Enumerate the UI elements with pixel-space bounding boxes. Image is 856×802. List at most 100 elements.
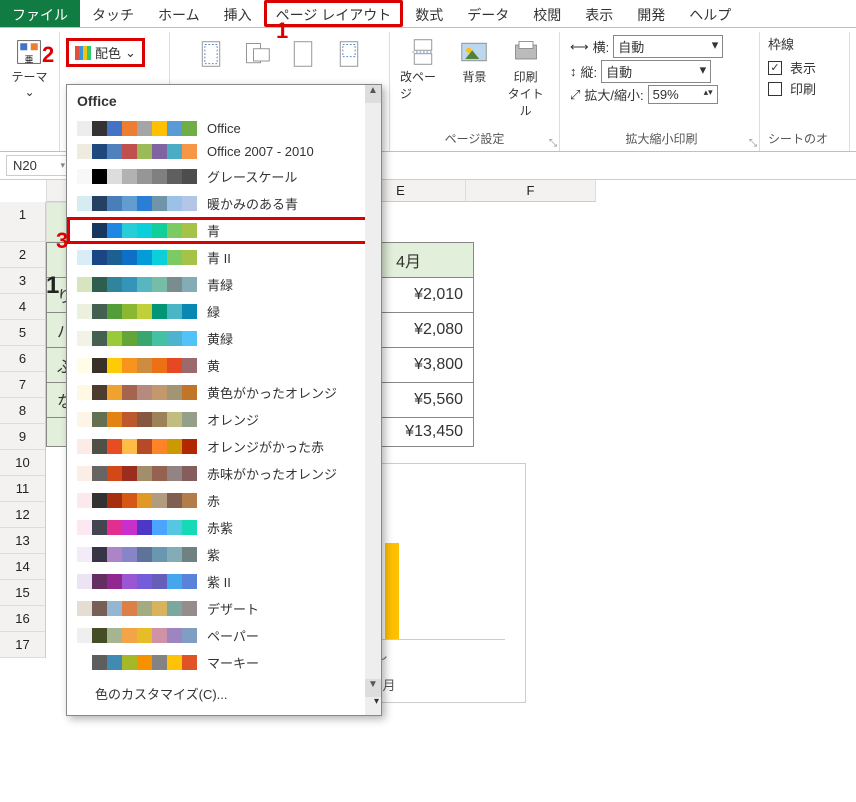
width-combo[interactable]: 自動▾ (613, 35, 723, 58)
scheme-label: 赤 (207, 491, 220, 510)
sheet-opts-label: シートのオ (768, 130, 828, 147)
scheme-ペーパー[interactable]: ペーパー (67, 622, 381, 649)
dialog-launcher-icon[interactable]: ⤡ (549, 138, 557, 149)
callout-3: 3 (56, 228, 68, 254)
scheme-label: Office 2007 - 2010 (207, 144, 314, 159)
scheme-label: 赤紫 (207, 518, 233, 537)
scheme-label: 紫 II (207, 572, 231, 591)
scheme-オレンジ[interactable]: オレンジ (67, 406, 381, 433)
colors-dropdown-button[interactable]: 配色 ⌄ (66, 38, 145, 67)
swatch-strip (77, 169, 197, 184)
scale-icon: ⤢ (570, 87, 580, 103)
color-scheme-dropdown: Office OfficeOffice 2007 - 2010グレースケール暖か… (66, 84, 382, 716)
scheme-青緑[interactable]: 青緑 (67, 271, 381, 298)
scheme-紫[interactable]: 紫 (67, 541, 381, 568)
swatch-strip (77, 250, 197, 265)
height-combo[interactable]: 自動▾ (601, 60, 711, 83)
gridlines-show-check[interactable]: ✓表示 (768, 58, 816, 77)
tab-file[interactable]: ファイル (0, 0, 80, 27)
scheme-オレンジがかった赤[interactable]: オレンジがかった赤 (67, 433, 381, 460)
callout-2: 2 (42, 42, 54, 68)
swatch-strip (77, 196, 197, 211)
scheme-デザート[interactable]: デザート (67, 595, 381, 622)
swatch-strip (77, 547, 197, 562)
swatch-strip (77, 304, 197, 319)
print-area-button[interactable] (329, 36, 369, 72)
swatch-strip (77, 466, 197, 481)
scheme-label: 暖かみのある青 (207, 194, 298, 213)
dropdown-scrollbar[interactable]: ▲ ▼ (365, 85, 381, 715)
background-button[interactable]: 背景 (454, 34, 494, 121)
swatch-strip (77, 655, 197, 670)
scheme-黄色がかったオレンジ[interactable]: 黄色がかったオレンジ (67, 379, 381, 406)
tab-data[interactable]: データ (455, 0, 521, 27)
scheme-緑[interactable]: 緑 (67, 298, 381, 325)
tab-formulas[interactable]: 数式 (403, 0, 455, 27)
scheme-紫 II[interactable]: 紫 II (67, 568, 381, 595)
tab-view[interactable]: 表示 (573, 0, 625, 27)
tab-touch[interactable]: タッチ (80, 0, 146, 27)
swatch-strip (77, 520, 197, 535)
scheme-赤紫[interactable]: 赤紫 (67, 514, 381, 541)
width-icon: ⟷ (570, 39, 589, 55)
tab-insert[interactable]: 挿入 (212, 0, 264, 27)
tab-help[interactable]: ヘルプ (677, 0, 743, 27)
customize-colors[interactable]: 色のカスタマイズ(C)... (67, 676, 381, 711)
print-titles-button[interactable]: 印刷 タイトル (498, 34, 553, 121)
scheme-グレースケール[interactable]: グレースケール (67, 163, 381, 190)
scheme-青[interactable]: 青 (67, 217, 381, 244)
gridlines-label: 枠線 (768, 34, 794, 53)
swatch-strip (77, 277, 197, 292)
swatch-strip (77, 385, 197, 400)
scale-group-label: 拡大縮小印刷 (625, 130, 697, 147)
expand-icon[interactable]: ▾ (374, 696, 379, 707)
dialog-launcher-icon[interactable]: ⤡ (749, 138, 757, 149)
row-headers: 1 234 567 8910 111213 141516 17 (0, 202, 46, 703)
tab-developer[interactable]: 開発 (625, 0, 677, 27)
scheme-label: オレンジがかった赤 (207, 437, 324, 456)
size-button[interactable] (283, 36, 323, 72)
orientation-button[interactable] (237, 36, 277, 72)
chevron-down-icon: ⌄ (24, 85, 34, 99)
scheme-label: 青 (207, 221, 220, 240)
scroll-down-icon[interactable]: ▼ (365, 679, 381, 697)
swatch-strip (77, 493, 197, 508)
svg-text:亜: 亜 (25, 55, 34, 65)
gridlines-print-check[interactable]: 印刷 (768, 79, 816, 98)
margins-button[interactable] (191, 36, 231, 72)
tab-home[interactable]: ホーム (146, 0, 212, 27)
scheme-青 II[interactable]: 青 II (67, 244, 381, 271)
swatch-strip (77, 601, 197, 616)
scheme-label: 黄色がかったオレンジ (207, 383, 337, 402)
scheme-label: マーキー (207, 653, 259, 672)
scheme-赤味がかったオレンジ[interactable]: 赤味がかったオレンジ (67, 460, 381, 487)
margins-icon (195, 38, 227, 70)
background-icon (458, 36, 490, 68)
col-header: F (466, 180, 596, 202)
scheme-黄緑[interactable]: 黄緑 (67, 325, 381, 352)
tab-review[interactable]: 校閲 (521, 0, 573, 27)
scheme-赤[interactable]: 赤 (67, 487, 381, 514)
scheme-label: Office (207, 121, 241, 136)
scheme-label: オレンジ (207, 410, 259, 429)
orientation-icon (241, 38, 273, 70)
page-breaks-button[interactable]: 改ページ (396, 34, 450, 121)
scheme-Office[interactable]: Office (67, 117, 381, 140)
swatch-strip (77, 358, 197, 373)
page-setup-group-label: ページ設定 (445, 130, 505, 147)
scheme-マーキー[interactable]: マーキー (67, 649, 381, 676)
scheme-暖かみのある青[interactable]: 暖かみのある青 (67, 190, 381, 217)
scroll-up-icon[interactable]: ▲ (365, 85, 381, 103)
themes-label: テーマ (11, 68, 47, 85)
swatch-strip (77, 223, 197, 238)
scheme-label: 緑 (207, 302, 220, 321)
scheme-label: 黄 (207, 356, 220, 375)
scale-spinner[interactable]: 59%▴▾ (648, 85, 718, 104)
scheme-黄[interactable]: 黄 (67, 352, 381, 379)
swatch-strip (77, 144, 197, 159)
scheme-label: デザート (207, 599, 259, 618)
print-area-icon (333, 38, 365, 70)
callout-1b: 1 (46, 272, 59, 300)
scheme-Office 2007 - 2010[interactable]: Office 2007 - 2010 (67, 140, 381, 163)
scheme-label: グレースケール (207, 167, 297, 186)
